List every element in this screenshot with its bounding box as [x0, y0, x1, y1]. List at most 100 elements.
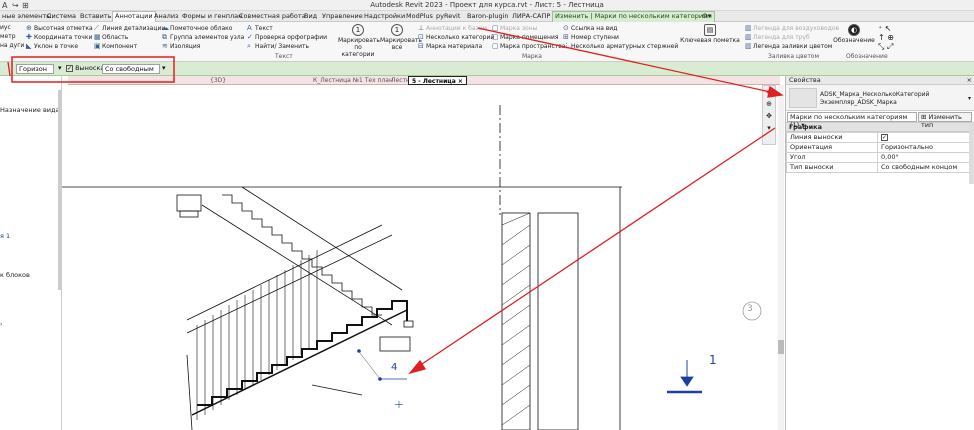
ribbon-material-tag[interactable]: ⊟ Марка материала — [418, 42, 482, 50]
ribbon-tab-bar: ные элементы Система Вставить Аннотации … — [0, 11, 974, 22]
orientation-dropdown[interactable]: Горизон — [16, 64, 54, 74]
tab-insert[interactable]: Вставить — [78, 12, 113, 22]
close-tab-icon[interactable]: × — [458, 78, 463, 85]
ribbon-spot-coordinate[interactable]: ✚ Координата точки — [26, 33, 92, 41]
property-value[interactable]: Горизонтально — [877, 142, 974, 153]
property-value-leader-line[interactable]: ✓ — [877, 132, 974, 143]
tab-pyrevit[interactable]: pyRevit — [434, 12, 462, 22]
ribbon-diameter[interactable]: метр — [0, 33, 16, 40]
ribbon-spelling[interactable]: ✓ Проверка орфографии — [247, 33, 327, 41]
view-tab-3d[interactable]: {3D} — [210, 76, 226, 85]
tab-lira-sapr[interactable]: ЛИРА-САПР — [510, 12, 552, 22]
leader-type-dropdown[interactable]: Со свободным — [102, 64, 160, 74]
ribbon-room-tag[interactable]: ▢Марка помещения — [492, 33, 558, 41]
instance-filter-select[interactable]: Марки по нескольким категориям (1) ▾ — [787, 112, 917, 129]
tab-baron-plugin[interactable]: Baron-plugin — [465, 12, 511, 22]
tab-options-icon[interactable]: ⊙▾ — [700, 12, 713, 22]
component-icon: ▣ — [94, 42, 101, 50]
tab-collaborate[interactable]: Совместная работа — [237, 12, 308, 22]
ribbon-area-tag[interactable]: ▢Марка зоны — [492, 24, 537, 32]
tag-icon: 1 — [352, 24, 364, 36]
view-reference-icon: ⊙ — [563, 24, 569, 32]
tag-by-category-button[interactable]: 1 Маркировать по категории — [338, 24, 380, 58]
property-value[interactable]: Со свободным концом — [877, 162, 974, 173]
tab-manage[interactable]: Управление — [320, 12, 365, 22]
insulation-icon: ≋ — [162, 42, 168, 50]
view-tab-sheet-5-stair[interactable]: 5 - Лестница × — [408, 76, 467, 85]
group-graphics[interactable]: Графика — [786, 123, 974, 132]
close-icon[interactable]: × — [967, 76, 972, 85]
canvas-vertical-scrollbar[interactable] — [778, 85, 784, 430]
navigation-tools[interactable]: ◈ ⊕ ✥ ▾ — [763, 86, 775, 134]
ribbon-radial[interactable]: иус — [0, 24, 11, 31]
tab-modify-multi-category-tags[interactable]: Изменить | Марки по нескольким категория… — [552, 11, 715, 22]
leader-checkbox[interactable]: ✓ Выноска — [64, 64, 106, 74]
view-tab-stair-plan[interactable]: К_Лестница №1 Тех план — [313, 76, 393, 85]
edit-type-button[interactable]: ⊞ Изменить тип — [918, 112, 972, 129]
ribbon-spot-slope[interactable]: ◣ Уклон в точке — [26, 42, 78, 50]
ribbon-beam-annotations[interactable]: ⊥ Аннотации к базам — [418, 24, 487, 32]
property-row: Тип выноски Со свободным концом — [786, 162, 974, 173]
title-bar: A ↪ ⊞ Autodesk Revit 2023 - Проект для к… — [0, 0, 974, 11]
color-fill-icon: ▥ — [745, 42, 752, 50]
ribbon-text[interactable]: A Текст — [247, 24, 273, 32]
ribbon-space-tag[interactable]: ▢Марка пространства — [492, 42, 565, 50]
type-preview-icon — [789, 88, 817, 108]
checkbox-icon[interactable]: ✓ — [881, 134, 888, 141]
ribbon-arc-length[interactable]: на дуги — [0, 42, 24, 49]
drawing-canvas[interactable]: 4 3 1 — [62, 85, 762, 430]
browser-item-view-purpose[interactable]: Назначение вида — [0, 106, 59, 114]
type-selector[interactable]: ADSK_Марка_НесколькоКатегорий Экземпляр_A… — [786, 85, 974, 111]
tab-addins[interactable]: Надстройки — [362, 12, 407, 22]
ribbon-component[interactable]: ▣Компонент — [94, 42, 137, 50]
tab-analyze[interactable]: Анализ — [152, 12, 181, 22]
ribbon-region[interactable]: ▦Область — [94, 33, 128, 41]
tab-annotate[interactable]: Аннотации — [112, 11, 156, 22]
tag-all-button[interactable]: 1 Маркировать все — [380, 24, 422, 51]
ribbon-view-reference[interactable]: ⊙ Ссылка на вид — [563, 24, 617, 32]
ribbon-color-fill-legend[interactable]: ▥Легенда заливки цветом — [745, 42, 832, 50]
pipe-legend-icon: ▥ — [745, 33, 752, 41]
ribbon-tread-number[interactable]: ⊞ Номер ступени — [563, 33, 619, 41]
leader-type-dropdown-arrow[interactable]: ▾ — [160, 64, 168, 74]
ribbon-pipe-legend[interactable]: ▥Легенда для труб — [745, 33, 810, 41]
tag-number-label[interactable]: 4 — [391, 362, 397, 373]
ribbon-detail-line[interactable]: ⟋ Линия детализации — [94, 24, 165, 33]
cloud-icon: ☁ — [162, 24, 169, 32]
ribbon-revision-cloud[interactable]: ☁Пометочное облако — [162, 24, 232, 32]
area-tag-icon: ▢ — [492, 24, 499, 32]
project-browser: Назначение вида я 1 к блоков › — [0, 76, 62, 430]
properties-table: Линия выноски ✓ Ориентация Горизонтально У… — [786, 132, 974, 173]
symbol-icon: ◐ — [848, 24, 860, 36]
tab-system[interactable]: Система — [45, 12, 78, 22]
panel-label-text: Текст — [275, 53, 293, 60]
property-value[interactable]: 0,00° — [877, 152, 974, 163]
ribbon-find-replace[interactable]: ⌕ Найти/ Заменить — [247, 42, 309, 51]
orientation-dropdown-arrow[interactable]: ▾ — [56, 64, 64, 74]
symbol-button[interactable]: ◐ Обозначение — [832, 24, 876, 44]
options-bar: Горизон ▾ ✓ Выноска Со свободным ▾ — [0, 62, 974, 76]
tab-modplus[interactable]: ModPlus — [404, 12, 435, 22]
type-name: ADSK_Марка_НесколькоКатегорий Экземпляр_A… — [820, 91, 930, 106]
browser-item-blocks[interactable]: к блоков — [0, 271, 30, 279]
properties-scrollbar[interactable] — [969, 124, 974, 184]
panel-label-symbol: Обозначение — [846, 53, 888, 60]
ribbon-duct-legend[interactable]: ▥Легенда для воздуховодов — [745, 24, 839, 32]
multi-category-icon: ⊡ — [418, 33, 424, 41]
browser-item-1[interactable]: я 1 — [0, 232, 10, 240]
ribbon-detail-group[interactable]: ⧉ Группа элементов узла — [162, 33, 244, 42]
ribbon-multi-rebar[interactable]: ⋮Несколько арматурных стержней — [563, 42, 678, 50]
scrollbar-thumb[interactable] — [778, 340, 784, 354]
ribbon-panel: иус метр на дуги ⊕ Высотная отметка ✚ Коор… — [0, 22, 974, 62]
tab-view[interactable]: Вид — [302, 12, 319, 22]
ribbon-insulation[interactable]: ≋ Изоляция — [162, 42, 200, 50]
type-dropdown-icon[interactable]: ▾ — [968, 95, 971, 102]
ribbon-spot-elevation[interactable]: ⊕ Высотная отметка — [26, 24, 93, 32]
find-icon: ⌕ — [247, 42, 251, 50]
keynote-button[interactable]: ▤ Ключевая пометка — [680, 24, 740, 44]
tread-number-icon: ⊞ — [563, 33, 569, 41]
symbol-tool-icons[interactable]: ⁺ ↖ ↑ ⊕ ⤡ ⤢ — [878, 24, 894, 52]
browser-item-partial[interactable]: › — [0, 320, 3, 328]
ribbon-multi-category[interactable]: ⊡ Несколько категорий — [418, 33, 494, 41]
tab-massing[interactable]: Формы и генплан — [180, 12, 244, 22]
